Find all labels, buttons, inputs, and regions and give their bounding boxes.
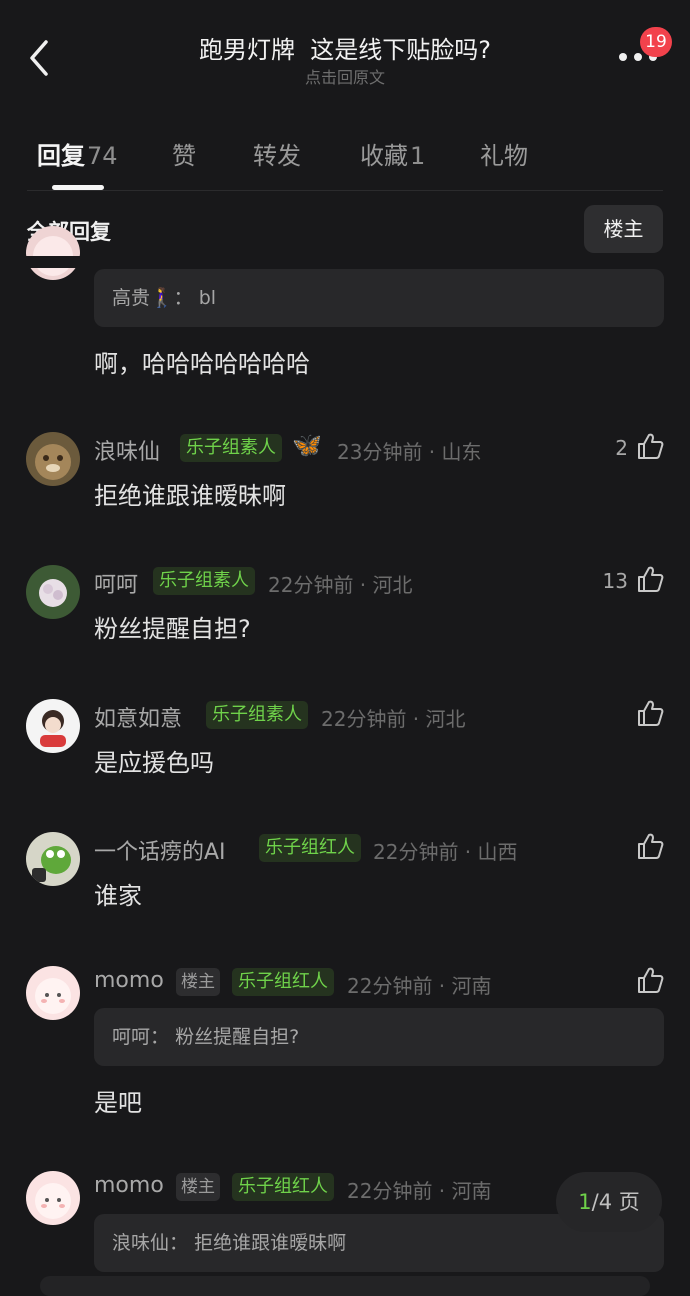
timestamp-location: 22分钟前 · 山西 bbox=[373, 840, 518, 864]
timestamp-location: 22分钟前 · 河南 bbox=[347, 1179, 492, 1203]
thumbs-up-icon[interactable] bbox=[636, 832, 664, 860]
quote-text: 呵呵： 粉丝提醒自担? bbox=[112, 1026, 300, 1048]
quoted-reply[interactable]: 高贵🚶‍♀️： bl bbox=[94, 269, 664, 327]
avatar[interactable] bbox=[26, 699, 80, 753]
comment-text: 粉丝提醒自担? bbox=[94, 615, 251, 643]
group-badge: 乐子组红人 bbox=[232, 968, 334, 996]
like-count: 13 bbox=[602, 569, 628, 593]
avatar[interactable] bbox=[26, 432, 80, 486]
username[interactable]: momo bbox=[94, 1173, 164, 1198]
group-badge: 乐子组素人 bbox=[180, 434, 282, 462]
comment-text: 是吧 bbox=[94, 1089, 142, 1117]
timestamp-location: 22分钟前 · 河北 bbox=[321, 707, 466, 731]
timestamp-location: 22分钟前 · 河南 bbox=[347, 974, 492, 998]
group-badge: 乐子组红人 bbox=[259, 834, 361, 862]
like-count: 2 bbox=[615, 436, 628, 460]
thumbs-up-icon[interactable] bbox=[636, 565, 664, 593]
quote-text: 高贵🚶‍♀️： bl bbox=[112, 287, 217, 309]
tab-likes[interactable]: 赞 bbox=[172, 136, 196, 171]
comment-text: 拒绝谁跟谁暧昧啊 bbox=[94, 482, 286, 510]
username[interactable]: 呵呵 bbox=[94, 567, 138, 599]
back-to-original-link[interactable]: 点击回原文 bbox=[0, 64, 690, 88]
avatar[interactable] bbox=[26, 226, 80, 280]
username[interactable]: 如意如意 bbox=[94, 701, 182, 733]
op-only-button[interactable]: 楼主 bbox=[584, 205, 663, 253]
thumbs-up-icon[interactable] bbox=[636, 699, 664, 727]
thumbs-up-icon[interactable] bbox=[636, 432, 664, 460]
op-badge: 楼主 bbox=[176, 968, 220, 996]
group-badge: 乐子组红人 bbox=[232, 1173, 334, 1201]
post-title: 跑男灯牌 这是线下贴脸吗? bbox=[199, 36, 491, 64]
avatar[interactable] bbox=[26, 832, 80, 886]
scroll-mask bbox=[0, 256, 690, 268]
quote-text: 浪味仙： 拒绝谁跟谁暧昧啊 bbox=[112, 1232, 347, 1254]
tab-gifts[interactable]: 礼物 bbox=[480, 136, 528, 171]
comment-text: 啊，哈哈哈哈哈哈哈 bbox=[94, 350, 310, 378]
comment-text: 谁家 bbox=[94, 882, 142, 910]
timestamp-location: 23分钟前 · 山东 bbox=[337, 440, 482, 464]
username[interactable]: 一个话痨的AI bbox=[94, 834, 226, 866]
page-indicator[interactable]: 1/4 页 bbox=[556, 1172, 662, 1232]
group-badge: 乐子组素人 bbox=[153, 567, 255, 595]
avatar[interactable] bbox=[26, 1171, 80, 1225]
thumbs-up-icon[interactable] bbox=[636, 966, 664, 994]
group-badge: 乐子组素人 bbox=[206, 701, 308, 729]
notification-badge: 19 bbox=[640, 27, 672, 57]
comment-text: 是应援色吗 bbox=[94, 749, 214, 777]
username[interactable]: momo bbox=[94, 968, 164, 993]
quoted-reply[interactable]: 呵呵： 粉丝提醒自担? bbox=[94, 1008, 664, 1066]
divider bbox=[27, 190, 663, 191]
butterfly-icon: 🦋 bbox=[292, 431, 322, 459]
op-badge: 楼主 bbox=[176, 1173, 220, 1201]
timestamp-location: 22分钟前 · 河北 bbox=[268, 573, 413, 597]
tab-replies[interactable]: 回复74 bbox=[37, 136, 118, 171]
username[interactable]: 浪味仙 bbox=[94, 434, 160, 466]
tab-reposts[interactable]: 转发 bbox=[253, 136, 301, 171]
tab-favorites[interactable]: 收藏1 bbox=[360, 136, 425, 171]
reply-input-bar[interactable] bbox=[40, 1276, 650, 1296]
avatar[interactable] bbox=[26, 966, 80, 1020]
avatar[interactable] bbox=[26, 565, 80, 619]
